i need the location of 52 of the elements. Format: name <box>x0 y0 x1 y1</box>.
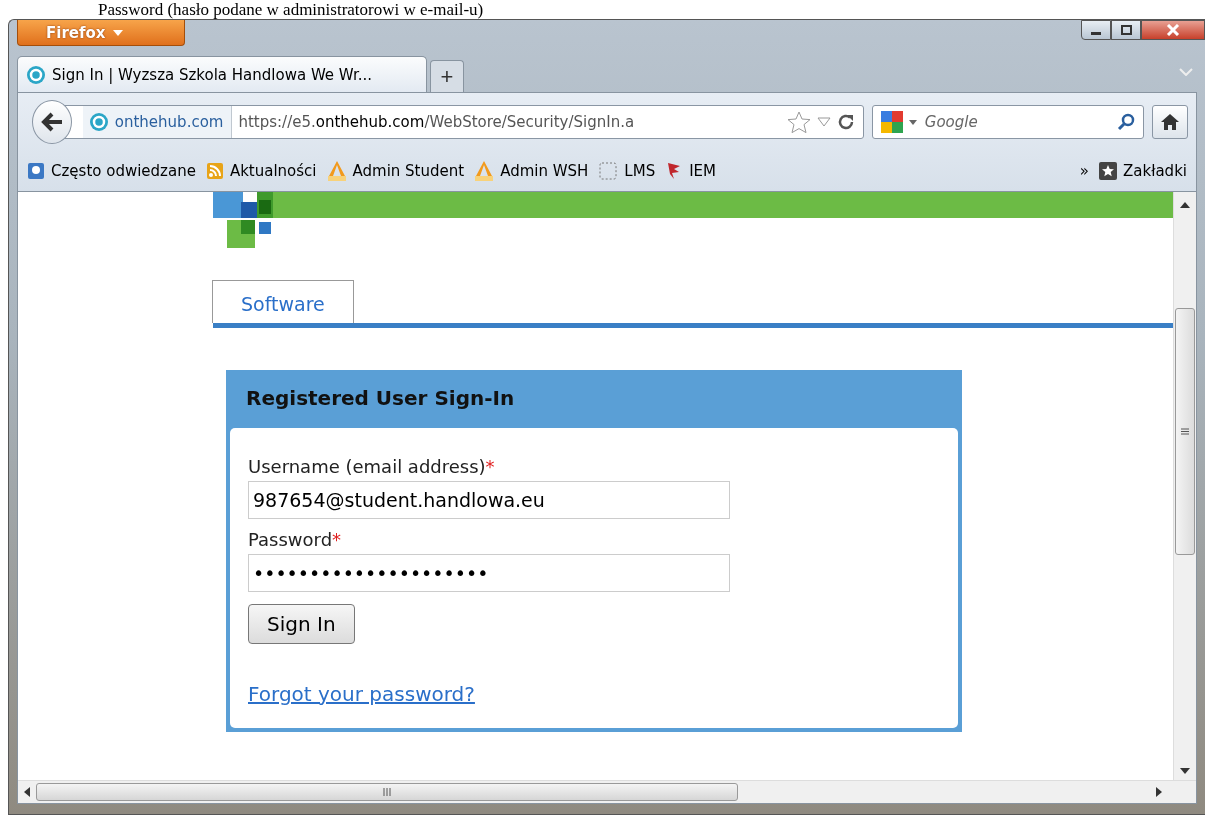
bookmark-link[interactable]: Admin Student <box>323 158 468 184</box>
field-label: Username (email address)* <box>248 456 496 477</box>
bookmark-link[interactable]: LMS <box>595 159 659 183</box>
scroll-up-icon[interactable] <box>1180 202 1190 208</box>
bookmark-link[interactable]: Admin WSH <box>471 158 592 184</box>
hub-icon <box>88 112 109 132</box>
input-field[interactable]: 987654@student.handlowa.eu <box>248 481 730 519</box>
browser-tab[interactable]: Sign In | Wyzsza Szkola Handlowa We Wr... <box>17 56 427 92</box>
panel-title: Registered User Sign-In <box>245 385 516 412</box>
bookmark-link[interactable]: IEM <box>662 159 720 183</box>
back-button[interactable] <box>32 100 72 144</box>
site-identity[interactable]: onthehub.com <box>82 106 233 138</box>
bookmark-link[interactable]: Często odwiedzane <box>24 160 199 182</box>
sign-in-button[interactable]: Sign In <box>248 604 355 644</box>
scroll-right-icon[interactable] <box>1156 787 1162 797</box>
home-button[interactable] <box>1151 105 1188 139</box>
star-icon <box>1099 162 1117 180</box>
scroll-left-icon[interactable] <box>24 787 30 797</box>
back-arrow-icon <box>40 112 63 132</box>
grip-icon <box>383 788 391 796</box>
input-field[interactable]: ••••••••••••••••••••• <box>248 554 730 592</box>
minimize-button[interactable] <box>1081 20 1111 40</box>
dashed-square-icon <box>598 161 619 181</box>
maximize-button[interactable] <box>1111 20 1141 40</box>
star-icon[interactable] <box>786 111 811 133</box>
caret-icon <box>113 29 124 36</box>
scroll-thumb[interactable] <box>1175 308 1195 555</box>
software-tab[interactable]: Software <box>212 280 354 323</box>
url-text: https://e5.onthehub.com/WebStore/Security/SignIn.a <box>237 113 636 131</box>
field-label: Password* <box>248 529 343 550</box>
bookmarks-menu-button[interactable]: Zakładki <box>1096 160 1190 182</box>
minimize-icon <box>1091 32 1101 35</box>
home-icon <box>1159 113 1180 131</box>
caret-icon <box>908 119 917 125</box>
maximize-icon <box>1120 25 1132 35</box>
document-text: Password (hasło podane w administratorowi w e-mail-u) <box>97 0 485 19</box>
bookmark-link[interactable]: Aktualności <box>202 160 320 182</box>
forgot-password-link[interactable]: Forgot your password? <box>248 682 475 706</box>
google-icon <box>880 111 903 133</box>
new-tab-button[interactable]: + <box>430 60 464 92</box>
grip-icon <box>1181 428 1189 435</box>
reload-icon[interactable] <box>836 113 855 131</box>
bookmarks-overflow-button[interactable]: » <box>1076 160 1092 182</box>
scroll-down-icon[interactable] <box>1180 768 1190 774</box>
page-icon <box>27 162 45 180</box>
search-icon[interactable] <box>1116 113 1135 131</box>
hub-icon <box>26 64 46 85</box>
close-icon <box>1166 24 1180 36</box>
close-button[interactable] <box>1141 20 1205 40</box>
scroll-thumb[interactable] <box>36 783 738 801</box>
feed-icon <box>205 162 224 180</box>
search-bar[interactable]: Google <box>871 105 1144 139</box>
